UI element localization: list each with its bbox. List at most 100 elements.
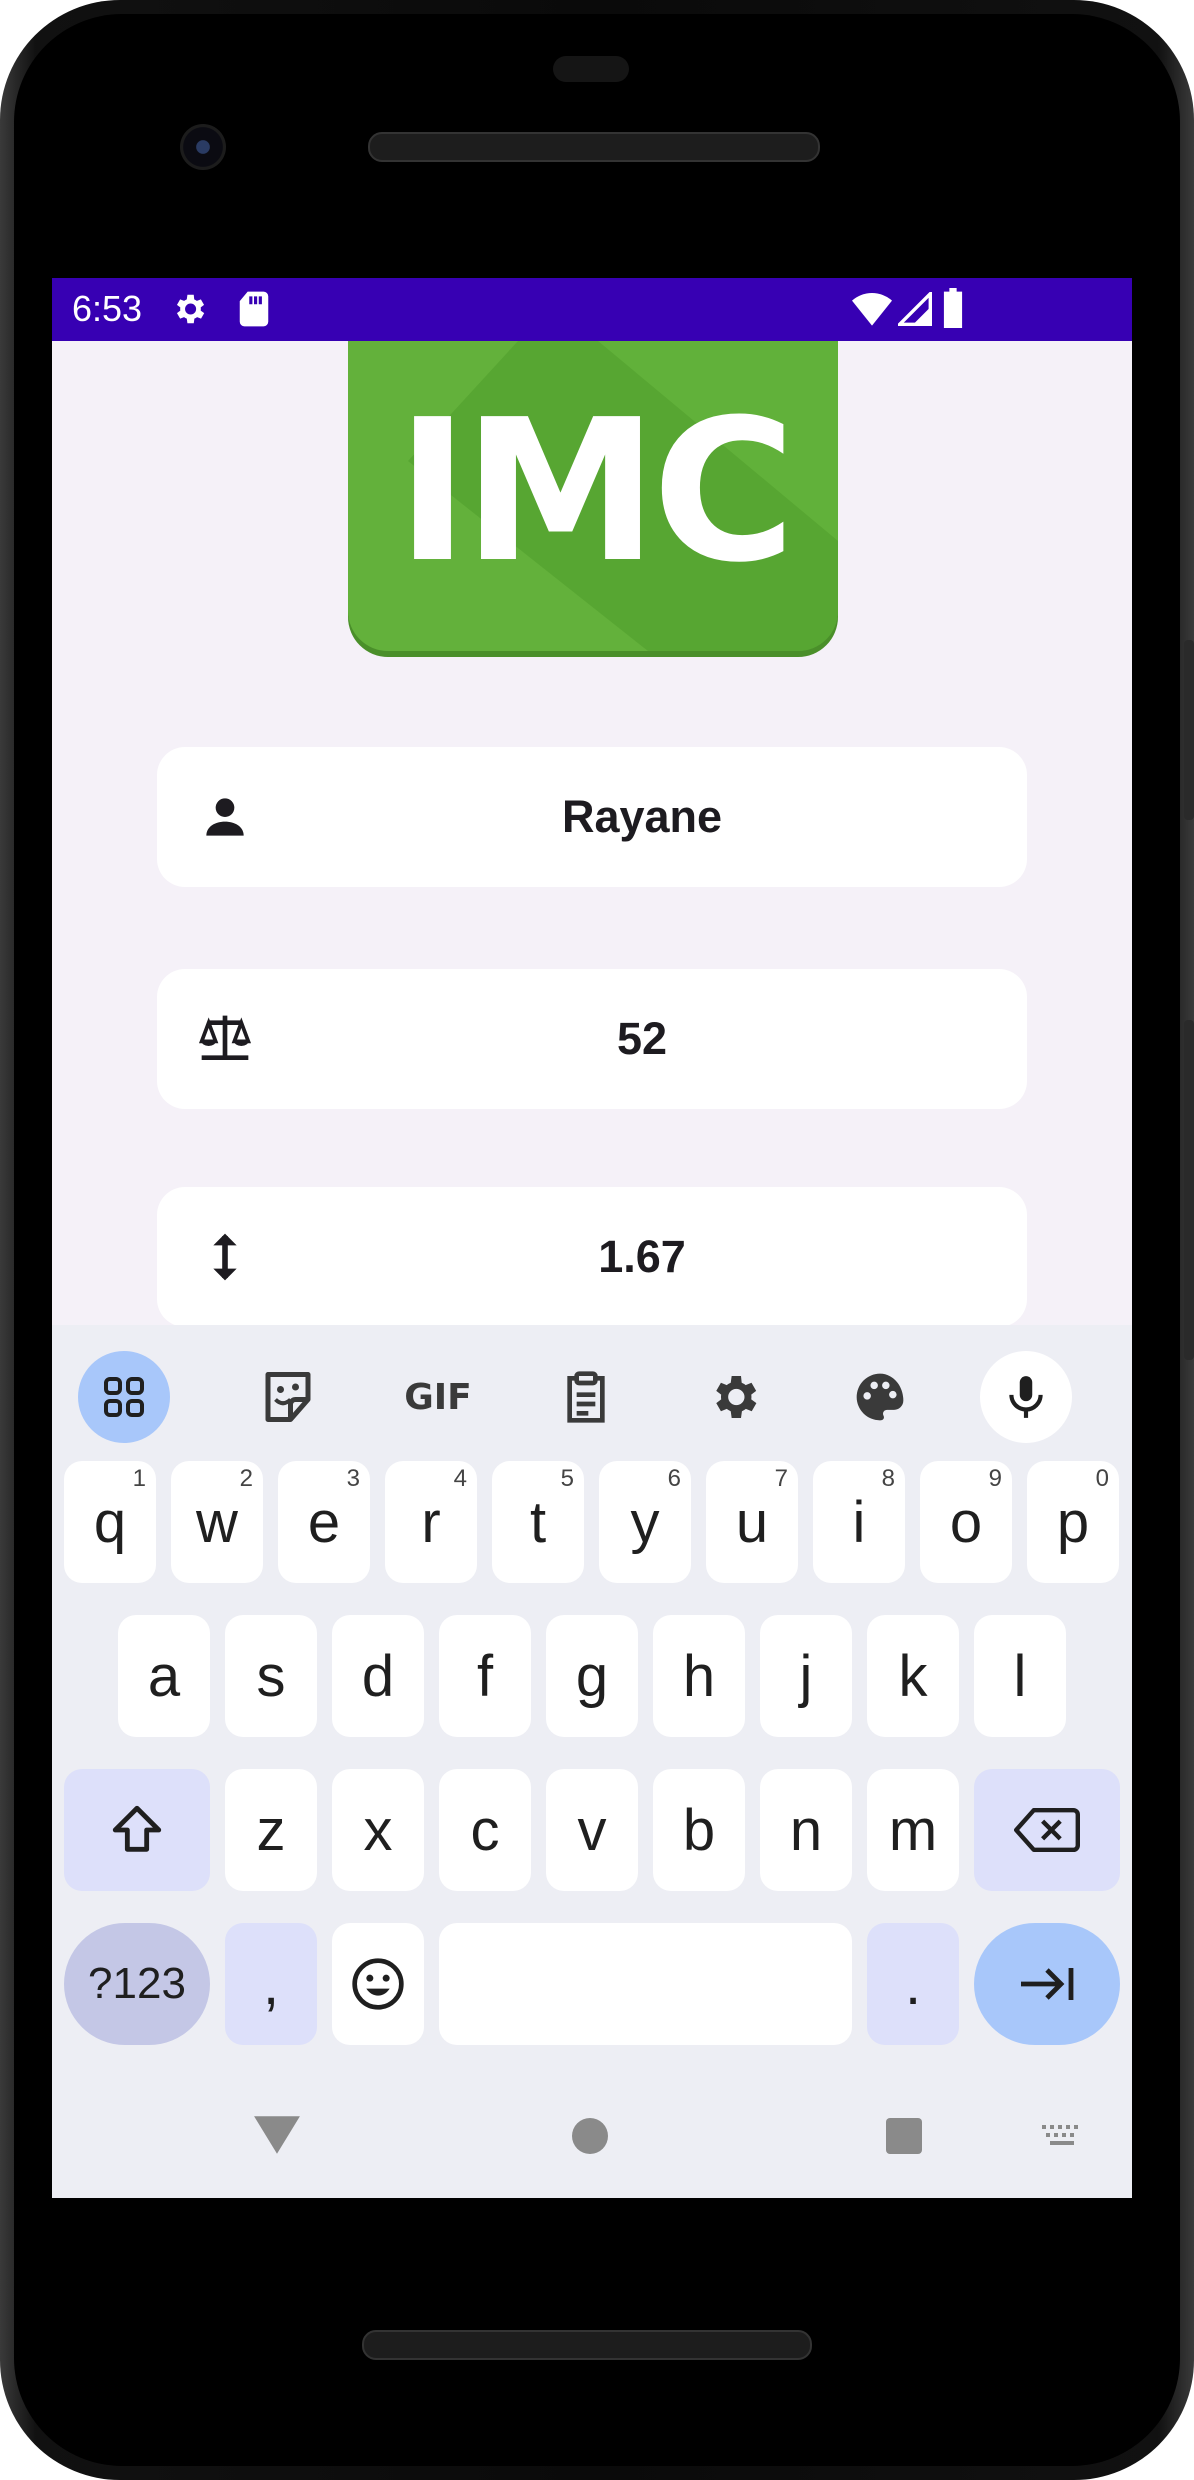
key-m[interactable]: m [867, 1769, 959, 1891]
key-j[interactable]: j [760, 1615, 852, 1737]
backspace-icon-wrap [974, 1769, 1120, 1891]
space-key[interactable] [439, 1923, 852, 2045]
battery-icon [943, 288, 963, 328]
key-label: v [577, 1797, 607, 1863]
key-i[interactable]: i8 [813, 1461, 905, 1583]
key-label: d [361, 1643, 395, 1709]
status-time: 6:53 [72, 288, 143, 329]
screen: 6:53 IMC Rayane 52 1.67 GIF q 1 w 2 e 3 … [52, 278, 1132, 2198]
period-key[interactable]: . [867, 1923, 959, 2045]
microphone-icon [1009, 1376, 1043, 1418]
key-hint: 3 [346, 1465, 360, 1492]
scale-icon [198, 1015, 252, 1060]
backspace-key[interactable] [974, 1769, 1120, 1891]
key-label: n [789, 1797, 823, 1863]
name-value: Rayane [561, 791, 723, 842]
key-hint: 1 [132, 1465, 146, 1492]
key-c[interactable]: c [439, 1769, 531, 1891]
key-y[interactable]: y6 [599, 1461, 691, 1583]
key-e[interactable]: e3 [278, 1461, 370, 1583]
next-icon-wrap [974, 1923, 1120, 2045]
name-field[interactable]: Rayane [157, 747, 1027, 887]
shift-key[interactable] [64, 1769, 210, 1891]
key-label: z [256, 1797, 286, 1863]
height-value: 1.67 [598, 1231, 686, 1282]
gif-label: GIF [404, 1376, 472, 1418]
key-q[interactable]: q1 [64, 1461, 156, 1583]
key-hint: 2 [239, 1465, 253, 1492]
gif-button[interactable]: GIF [382, 1341, 494, 1453]
key-n[interactable]: n [760, 1769, 852, 1891]
key-k[interactable]: k [867, 1615, 959, 1737]
app-logo: IMC [348, 341, 838, 651]
key-s[interactable]: s [225, 1615, 317, 1737]
person-icon [206, 798, 244, 836]
weight-value: 52 [616, 1013, 668, 1064]
voice-input-button[interactable] [970, 1341, 1082, 1453]
bottom-speaker [362, 2330, 812, 2360]
key-r[interactable]: r4 [385, 1461, 477, 1583]
settings-icon [176, 294, 205, 324]
key-hint: 9 [988, 1465, 1002, 1492]
key-l[interactable]: l [974, 1615, 1066, 1737]
power-button [1184, 640, 1194, 820]
key-label: b [682, 1797, 716, 1863]
key-hint: 6 [667, 1465, 681, 1492]
sticker-icon [265, 1372, 311, 1422]
key-a[interactable]: a [118, 1615, 210, 1737]
key-z[interactable]: z [225, 1769, 317, 1891]
theme-button[interactable] [824, 1341, 936, 1453]
key-hint: 0 [1095, 1465, 1109, 1492]
key-label: h [682, 1643, 716, 1709]
key-label: m [888, 1797, 938, 1863]
keyboard: GIF q 1 w 2 e 3 r 4 t 5 y 6 u 7 i 8 o 9 … [52, 1325, 1132, 2198]
key-f[interactable]: f [439, 1615, 531, 1737]
key-w[interactable]: w2 [171, 1461, 263, 1583]
key-hint: 8 [881, 1465, 895, 1492]
key-d[interactable]: d [332, 1615, 424, 1737]
front-camera [180, 124, 226, 170]
backspace-icon [1014, 1808, 1080, 1852]
comma-key[interactable]: , [225, 1923, 317, 2045]
key-p[interactable]: p0 [1027, 1461, 1119, 1583]
signal-icon [898, 292, 932, 326]
back-icon[interactable] [252, 2113, 302, 2157]
emoji-icon [352, 1958, 404, 2010]
tab-next-icon [1021, 1968, 1074, 2000]
keyboard-switch-icon[interactable] [1040, 2123, 1084, 2151]
settings-icon [716, 1376, 757, 1418]
key-hint: 5 [560, 1465, 574, 1492]
apps-grid-icon [104, 1377, 144, 1417]
emoji-key[interactable] [332, 1923, 424, 2045]
key-x[interactable]: x [332, 1769, 424, 1891]
key-u[interactable]: u7 [706, 1461, 798, 1583]
key-v[interactable]: v [546, 1769, 638, 1891]
apps-grid-bg [78, 1351, 170, 1443]
palette-icon [856, 1373, 904, 1421]
clipboard-button[interactable] [530, 1341, 642, 1453]
comma-key-label: , [262, 1951, 280, 2017]
weight-field[interactable]: 52 [157, 969, 1027, 1109]
key-h[interactable]: h [653, 1615, 745, 1737]
height-field[interactable]: 1.67 [157, 1187, 1027, 1327]
sticker-button[interactable] [232, 1341, 344, 1453]
next-key[interactable] [974, 1923, 1120, 2045]
key-t[interactable]: t5 [492, 1461, 584, 1583]
apps-grid-button[interactable] [68, 1341, 180, 1453]
key-label: a [147, 1643, 181, 1709]
home-icon[interactable] [570, 2116, 610, 2156]
recents-icon[interactable] [884, 2116, 924, 2156]
symbols-key[interactable]: ?123 [64, 1923, 210, 2045]
status-bar: 6:53 [52, 278, 1132, 341]
key-label: s [256, 1643, 286, 1709]
key-g[interactable]: g [546, 1615, 638, 1737]
sd-card-icon [239, 291, 269, 327]
key-o[interactable]: o9 [920, 1461, 1012, 1583]
shift-icon [112, 1805, 162, 1852]
keyboard-settings-button[interactable] [678, 1341, 790, 1453]
key-hint: 7 [774, 1465, 788, 1492]
key-label: g [575, 1643, 609, 1709]
key-label: k [898, 1643, 928, 1709]
key-b[interactable]: b [653, 1769, 745, 1891]
key-label: x [363, 1797, 393, 1863]
